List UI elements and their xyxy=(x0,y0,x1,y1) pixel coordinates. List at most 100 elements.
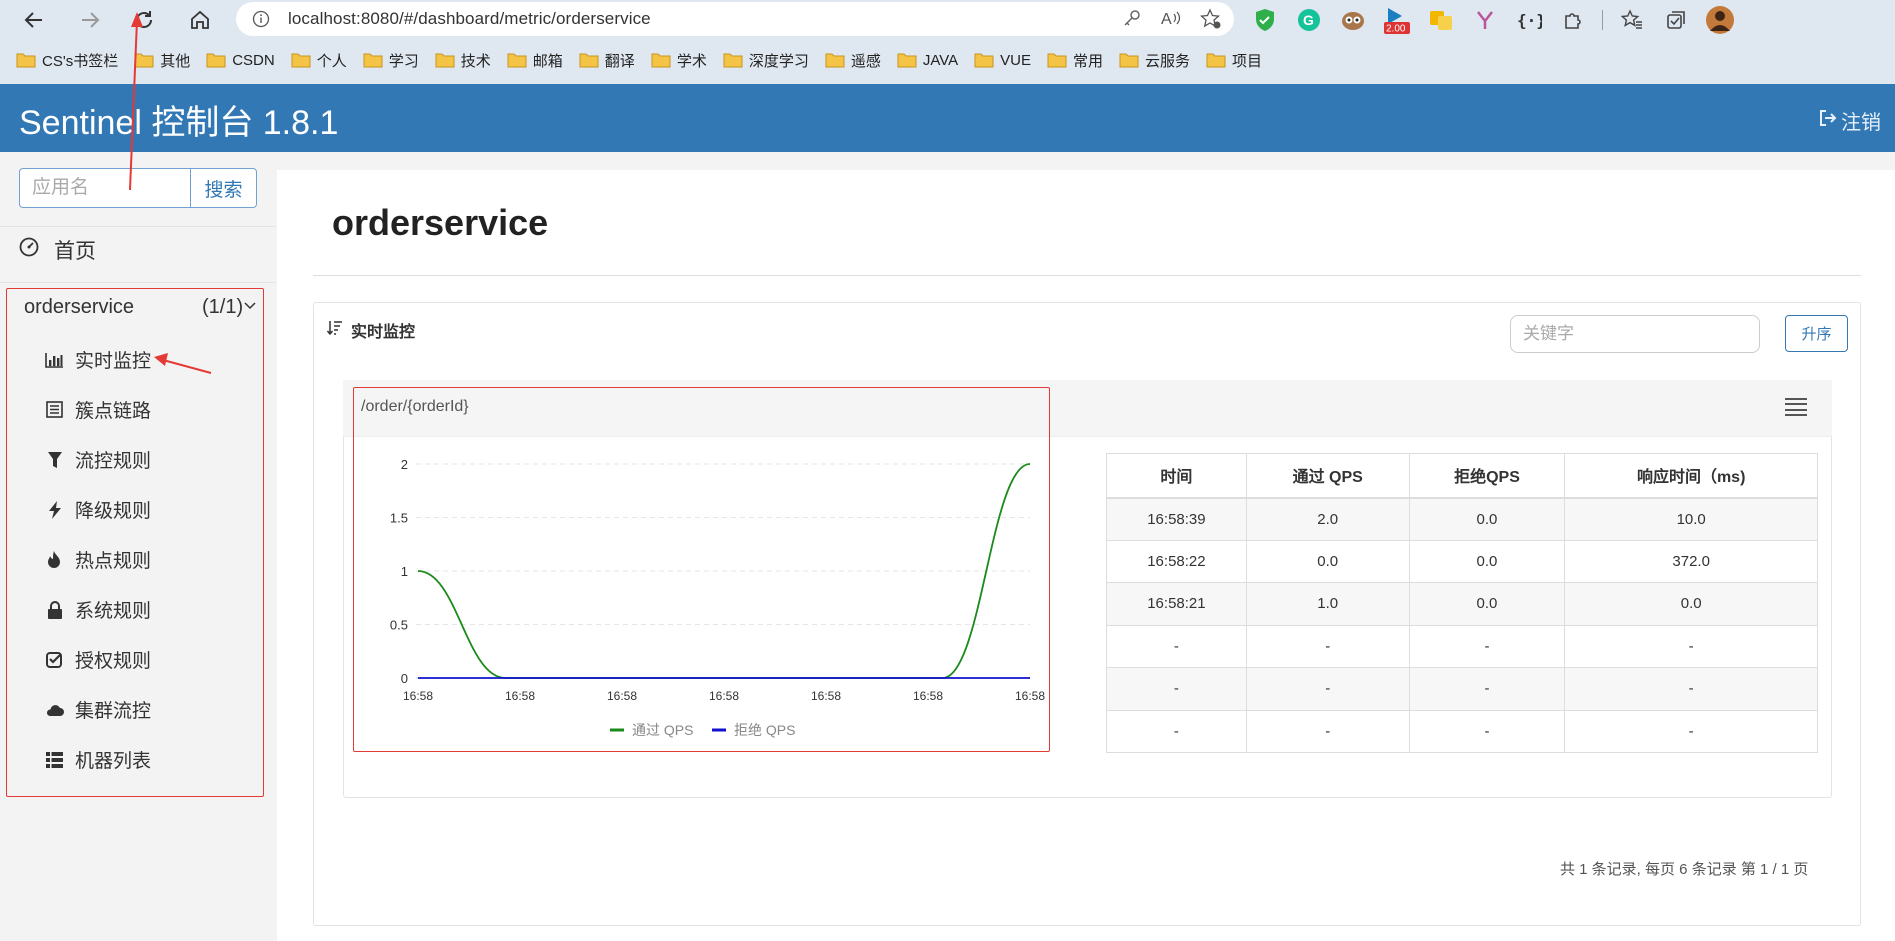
app-header: Sentinel 控制台 1.8.1 注销 xyxy=(0,84,1895,152)
menu-icon[interactable] xyxy=(1785,398,1807,416)
sidebar-item-realtime-monitor[interactable]: 实时监控 xyxy=(45,346,151,373)
bookmark-folder[interactable]: 云服务 xyxy=(1119,50,1190,71)
forward-icon[interactable] xyxy=(72,4,108,36)
sidebar-app-name[interactable]: orderservice xyxy=(24,296,134,319)
bookmark-folder[interactable]: 遥感 xyxy=(825,50,881,71)
x-tick-label: 16:58 xyxy=(1015,689,1045,703)
folder-icon xyxy=(651,52,671,68)
column-header: 通过 QPS xyxy=(1245,453,1410,499)
divider xyxy=(313,275,1861,276)
svg-text:2.00: 2.00 xyxy=(1386,24,1406,35)
bookmark-folder[interactable]: CS's书签栏 xyxy=(16,50,118,71)
favorite-add-icon[interactable] xyxy=(1199,8,1222,35)
sidebar-item-hotspot-rules[interactable]: 热点规则 xyxy=(45,546,151,573)
logout-label: 注销 xyxy=(1841,112,1881,134)
app-search: 搜索 xyxy=(19,168,257,208)
sort-amount-icon xyxy=(326,320,343,341)
extensions-bar: G 2.00 {·} xyxy=(1250,4,1735,36)
back-icon[interactable] xyxy=(16,4,52,36)
x-tick-label: 16:58 xyxy=(607,689,637,703)
table-cell: - xyxy=(1564,667,1818,711)
table-row: 16:58:39 2.0 0.0 10.0 xyxy=(1106,497,1818,541)
folder-icon xyxy=(363,52,383,68)
sidebar-item-label: 首页 xyxy=(54,240,96,263)
bookmark-folder[interactable]: 常用 xyxy=(1047,50,1103,71)
table-cell: 2.0 xyxy=(1245,497,1410,541)
logout-button[interactable]: 注销 xyxy=(1819,106,1881,135)
grammarly-icon[interactable]: G xyxy=(1294,5,1324,35)
bookmark-folder[interactable]: 深度学习 xyxy=(723,50,809,71)
bookmark-folder[interactable]: 学术 xyxy=(651,50,707,71)
legend-label: 通过 QPS xyxy=(632,722,693,738)
translate-extension-icon[interactable] xyxy=(1426,5,1456,35)
sidebar-item-auth-rules[interactable]: 授权规则 xyxy=(45,646,151,673)
extensions-puzzle-icon[interactable] xyxy=(1558,5,1588,35)
bookmark-folder[interactable]: JAVA xyxy=(897,52,958,69)
app-title[interactable]: Sentinel 控制台 1.8.1 xyxy=(19,95,338,144)
sidebar-item-machine-list[interactable]: 机器列表 xyxy=(45,746,151,773)
table-row: 16:58:22 0.0 0.0 372.0 xyxy=(1106,539,1818,583)
column-header: 时间 xyxy=(1106,453,1247,499)
app-search-input[interactable] xyxy=(19,168,190,208)
table-cell: 1.0 xyxy=(1245,582,1410,626)
url-text[interactable]: localhost:8080/#/dashboard/metric/orders… xyxy=(288,9,651,29)
folder-icon xyxy=(291,52,311,68)
shield-extension-icon[interactable] xyxy=(1250,5,1280,35)
table-cell: - xyxy=(1245,667,1410,711)
sidebar-item-cluster-link[interactable]: 簇点链路 xyxy=(45,396,151,423)
x-tick-label: 16:58 xyxy=(811,689,841,703)
keyword-search-input[interactable] xyxy=(1510,315,1760,353)
table-cell: 16:58:39 xyxy=(1106,497,1247,541)
home-icon[interactable] xyxy=(182,4,218,36)
owl-extension-icon[interactable] xyxy=(1338,5,1368,35)
bookmark-folder[interactable]: 学习 xyxy=(363,50,419,71)
bookmark-folder[interactable]: 翻译 xyxy=(579,50,635,71)
column-header: 响应时间（ms) xyxy=(1564,453,1818,499)
sort-ascending-button[interactable]: 升序 xyxy=(1785,315,1848,352)
address-bar[interactable]: localhost:8080/#/dashboard/metric/orders… xyxy=(236,2,1234,36)
chevron-down-icon[interactable] xyxy=(244,298,256,316)
table-cell: 0.0 xyxy=(1408,582,1566,626)
table-row: ---- xyxy=(1106,709,1818,753)
table-cell: - xyxy=(1408,624,1566,668)
refresh-icon[interactable] xyxy=(126,4,162,36)
bookmark-folder[interactable]: VUE xyxy=(974,52,1031,69)
table-cell: 16:58:21 xyxy=(1106,582,1247,626)
read-aloud-icon[interactable]: A xyxy=(1160,8,1182,35)
bookmark-folder[interactable]: CSDN xyxy=(206,52,275,69)
speed-extension-icon[interactable]: 2.00 xyxy=(1382,5,1412,35)
x-tick-label: 16:58 xyxy=(403,689,433,703)
search-button[interactable]: 搜索 xyxy=(190,168,257,208)
key-icon[interactable] xyxy=(1122,8,1142,35)
table-cell: - xyxy=(1408,667,1566,711)
folder-icon xyxy=(435,52,455,68)
bookmark-folder[interactable]: 个人 xyxy=(291,50,347,71)
json-extension-icon[interactable]: {·} xyxy=(1514,5,1544,35)
panel-title: 实时监控 xyxy=(326,318,415,342)
table-cell: 0.0 xyxy=(1408,497,1566,541)
list-icon xyxy=(45,400,64,419)
y-tick-label: 0.5 xyxy=(390,618,408,633)
y-tick-label: 1.5 xyxy=(390,511,408,526)
profile-avatar[interactable] xyxy=(1705,5,1735,35)
table-header-row: 时间 通过 QPS 拒绝QPS 响应时间（ms) xyxy=(1106,453,1818,499)
bookmark-folder[interactable]: 其他 xyxy=(134,50,190,71)
bookmark-folder[interactable]: 邮箱 xyxy=(507,50,563,71)
sidebar-item-degrade-rules[interactable]: 降级规则 xyxy=(45,496,151,523)
sidebar-item-system-rules[interactable]: 系统规则 xyxy=(45,596,151,623)
bookmark-folder[interactable]: 项目 xyxy=(1206,50,1262,71)
qps-line-chart: 0 0.5 1 1.5 2 16:58 16:58 16:58 16:58 16:58 16:58 1… xyxy=(390,457,1045,738)
bookmark-folder[interactable]: 技术 xyxy=(435,50,491,71)
info-icon[interactable] xyxy=(250,8,272,30)
table-cell: - xyxy=(1106,709,1247,753)
svg-text:A: A xyxy=(1161,11,1172,28)
collections-icon[interactable] xyxy=(1661,5,1691,35)
sidebar-item-flow-rules[interactable]: 流控规则 xyxy=(45,446,151,473)
favorites-icon[interactable] xyxy=(1617,5,1647,35)
y-extension-icon[interactable] xyxy=(1470,5,1500,35)
sidebar-item-home[interactable]: 首页 xyxy=(19,235,96,265)
sidebar-item-cluster-flow[interactable]: 集群流控 xyxy=(45,696,151,723)
bolt-icon xyxy=(45,500,64,519)
folder-icon xyxy=(1206,52,1226,68)
table-cell: - xyxy=(1564,624,1818,668)
